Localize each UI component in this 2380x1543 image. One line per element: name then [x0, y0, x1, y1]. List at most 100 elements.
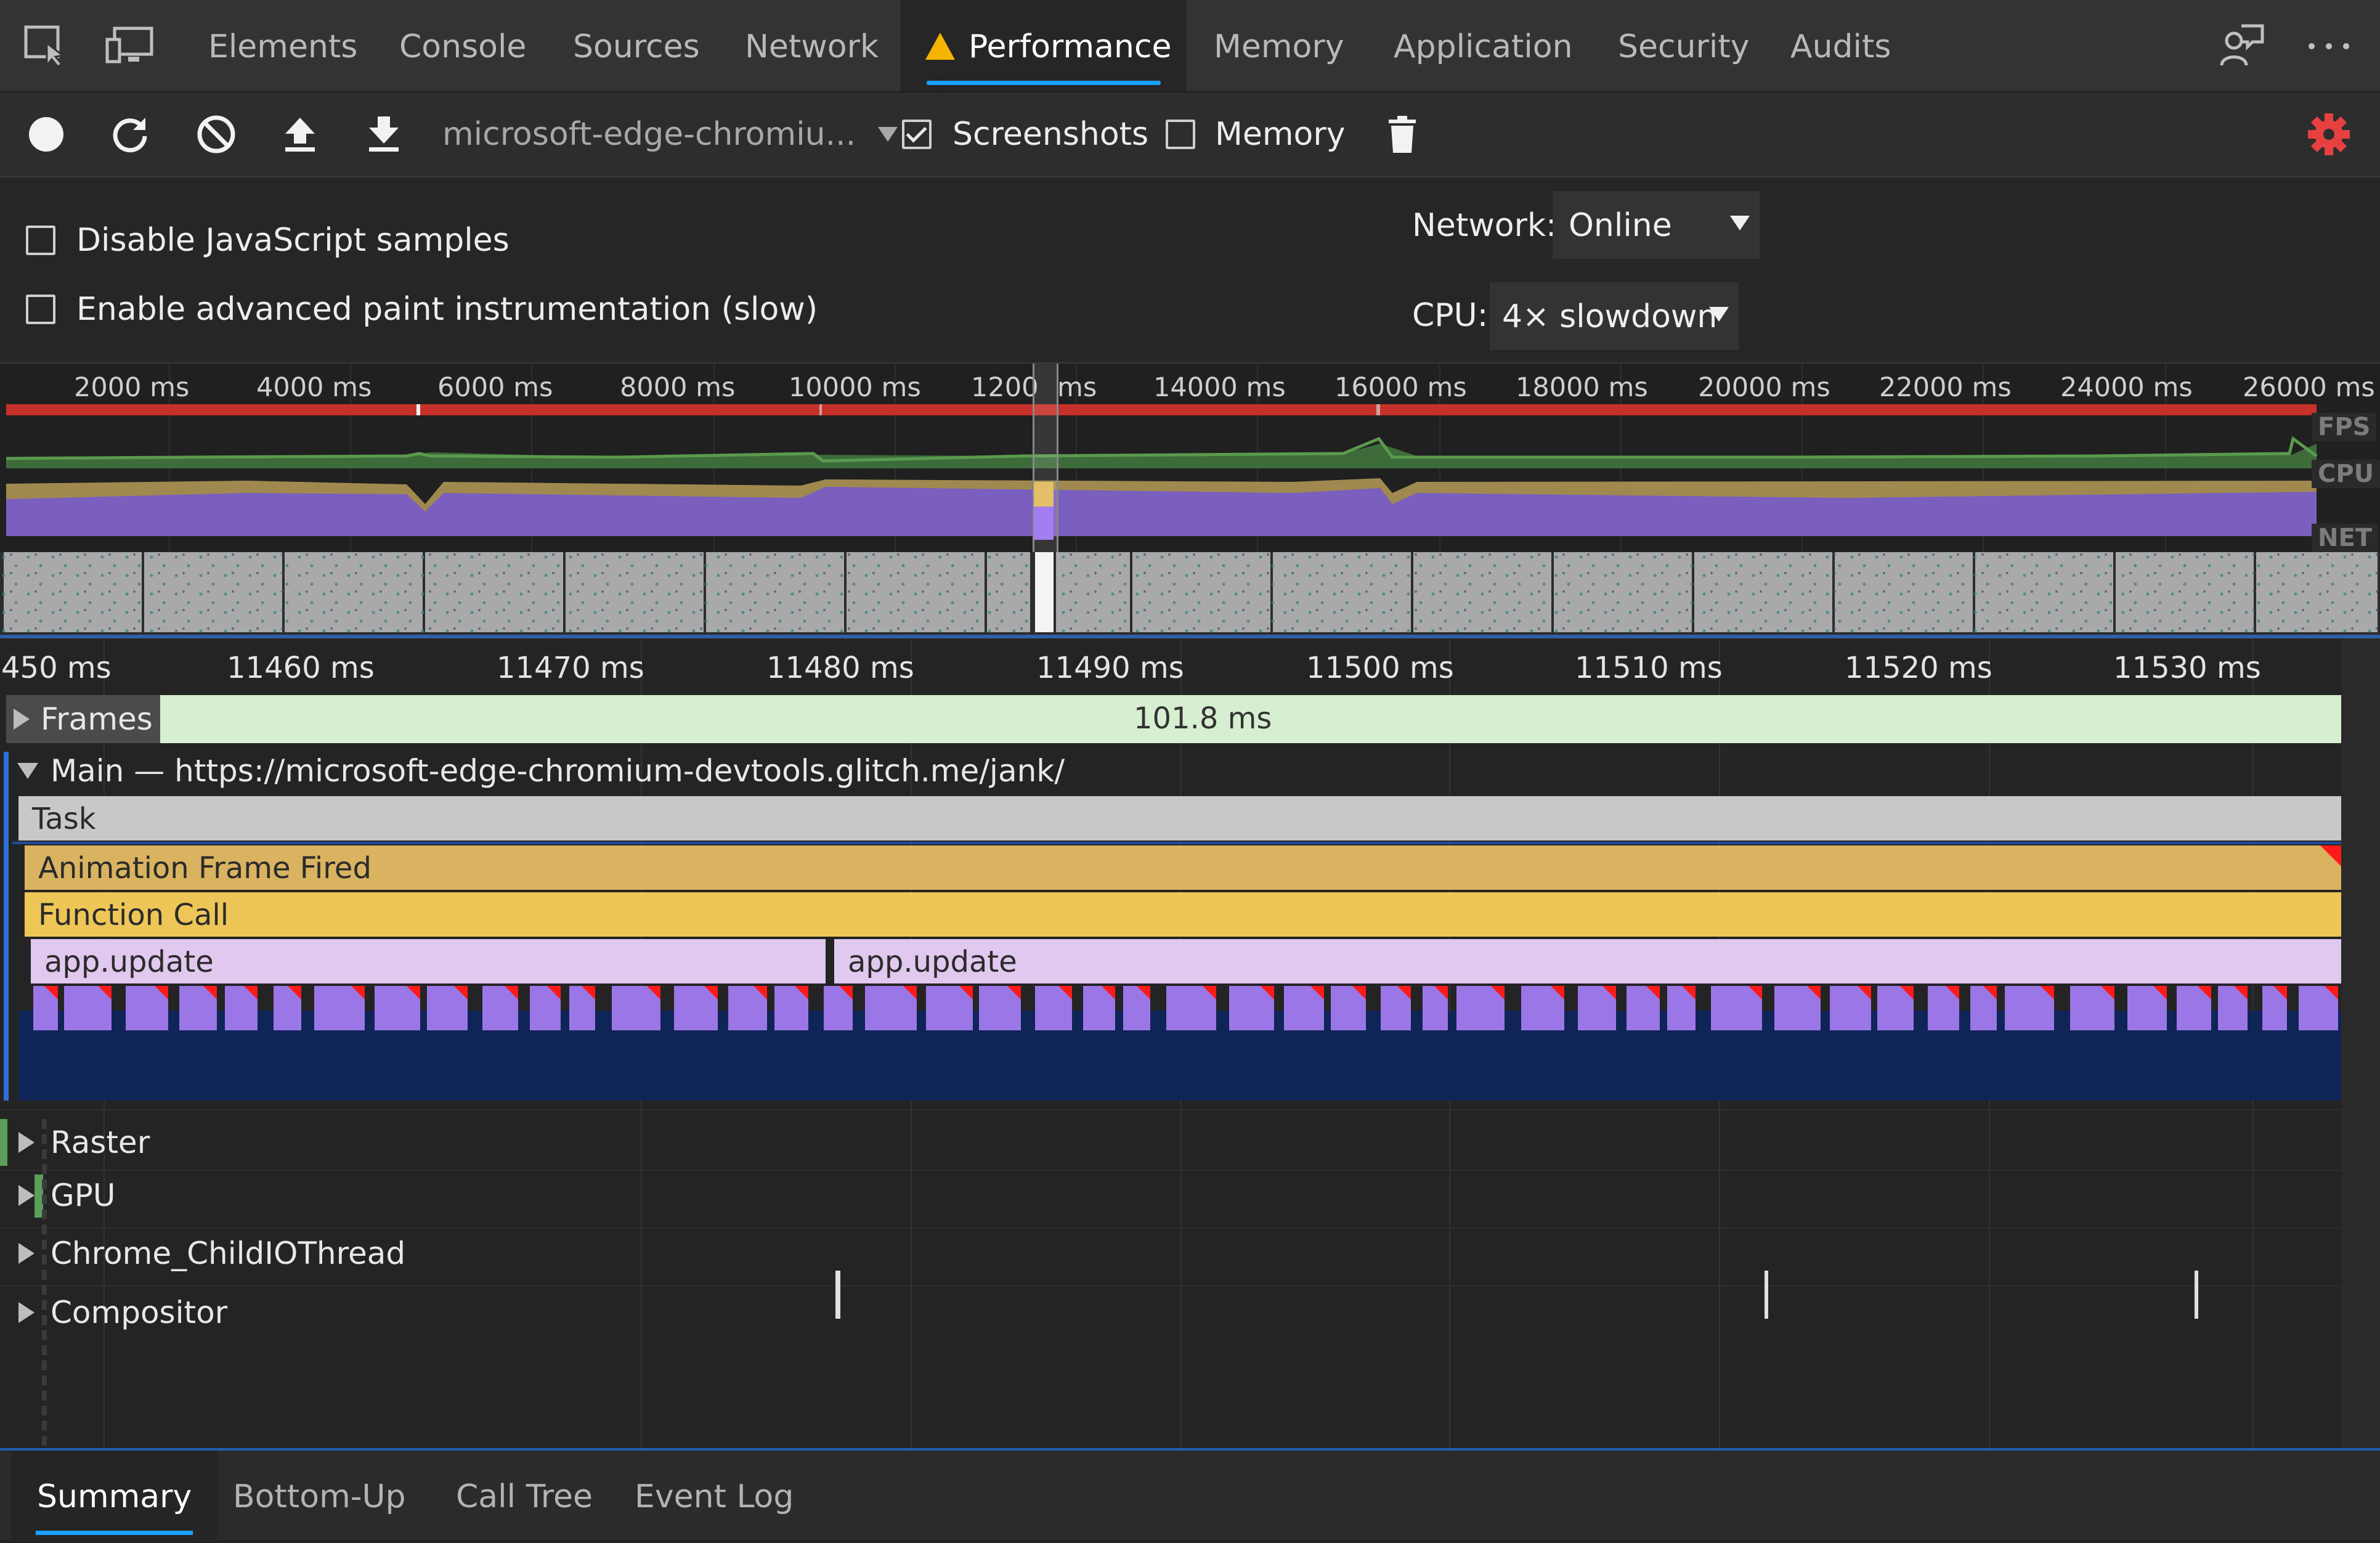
tab-security[interactable]: Security [1602, 0, 1766, 91]
more-options-icon[interactable] [2304, 31, 2354, 64]
frames-track-header[interactable]: Frames [6, 695, 160, 743]
overview-tick: 26000 ms [2243, 372, 2375, 403]
tab-memory[interactable]: Memory [1198, 0, 1360, 91]
overview-tick: 1200 [971, 372, 1039, 403]
main-thread-header[interactable]: Main — https://microsoft-edge-chromium-d… [17, 753, 1065, 789]
net-label: NET [2312, 524, 2379, 552]
overview-tick: 16000 ms [1334, 372, 1467, 403]
capture-settings-gear-icon[interactable] [2304, 92, 2354, 176]
warning-icon [925, 33, 955, 130]
compositor-event[interactable] [1765, 1271, 1768, 1319]
overview-tick: 14000 ms [1153, 372, 1286, 403]
memory-toggle[interactable]: Memory [1166, 92, 1345, 176]
layout-event[interactable] [1166, 986, 1216, 1030]
compositor-track-header[interactable]: Compositor [18, 1289, 227, 1336]
layout-event[interactable] [865, 986, 917, 1030]
expand-icon [14, 709, 30, 730]
flame-scrollbar[interactable] [2341, 638, 2380, 1448]
tab-sources[interactable]: Sources [557, 0, 716, 91]
time-tick: 11490 ms [1036, 651, 1184, 685]
animation-frame-fired-bar[interactable]: Animation Frame Fired [25, 845, 2341, 890]
raster-track-marker [0, 1119, 7, 1166]
layout-event[interactable] [1456, 986, 1505, 1030]
screenshots-toggle[interactable]: Screenshots [902, 92, 1148, 176]
screenshot-dots-texture [0, 552, 2380, 635]
track-separator [0, 1170, 2341, 1171]
layout-event[interactable] [926, 986, 973, 1030]
memory-checkbox[interactable] [1166, 120, 1195, 149]
layout-event[interactable] [2005, 986, 2054, 1030]
chevron-down-icon [1709, 307, 1729, 322]
device-toolbar-icon[interactable] [105, 26, 154, 68]
expand-icon [18, 1243, 35, 1264]
warning-corner-icon [2320, 845, 2341, 866]
advanced-paint-label: Enable advanced paint instrumentation (s… [76, 291, 818, 328]
disable-js-samples-option[interactable]: Disable JavaScript samples [26, 222, 510, 259]
advanced-paint-checkbox[interactable] [26, 295, 55, 324]
time-tick: 11510 ms [1575, 651, 1723, 685]
save-profile-icon[interactable] [362, 92, 405, 176]
layout-event[interactable] [64, 986, 112, 1030]
tab-bottom-up[interactable]: Bottom-Up [208, 1451, 431, 1540]
tab-label: Audits [1790, 28, 1891, 65]
tab-network[interactable]: Network [729, 0, 895, 91]
tab-audits[interactable]: Audits [1774, 0, 1907, 91]
frame-duration: 101.8 ms [1134, 701, 1272, 736]
tab-console[interactable]: Console [383, 0, 542, 91]
clear-button[interactable] [195, 92, 238, 176]
timeline-overview[interactable]: 2000 ms 4000 ms 6000 ms 8000 ms 10000 ms… [0, 362, 2380, 635]
active-tab-underline [927, 81, 1161, 85]
function-call-label: Function Call [38, 898, 229, 932]
time-tick: 11500 ms [1306, 651, 1454, 685]
dashed-guide [42, 1119, 47, 1446]
overview-tick: 18000 ms [1516, 372, 1648, 403]
compositor-event[interactable] [835, 1271, 840, 1319]
collect-garbage-icon[interactable] [1384, 92, 1421, 176]
tab-application[interactable]: Application [1378, 0, 1589, 91]
time-tick: 11470 ms [497, 651, 644, 685]
cpu-throttle-select[interactable]: 4× slowdown [1490, 282, 1739, 350]
childio-track-header[interactable]: Chrome_ChildIOThread [18, 1230, 405, 1277]
app-update-bar[interactable]: app.update [31, 939, 826, 983]
tab-label: Bottom-Up [233, 1478, 406, 1515]
expand-icon [18, 1185, 35, 1206]
record-button[interactable] [25, 92, 68, 176]
gpu-track-header[interactable]: GPU [18, 1172, 116, 1219]
feedback-icon[interactable] [2218, 22, 2265, 71]
reload-record-button[interactable] [108, 92, 152, 176]
load-profile-icon[interactable] [278, 92, 322, 176]
inspect-element-icon[interactable] [23, 25, 69, 70]
app-update-bar[interactable]: app.update [834, 939, 2341, 983]
tab-label: Network [745, 28, 879, 65]
tab-event-log[interactable]: Event Log [610, 1451, 818, 1540]
layout-events-strip[interactable] [0, 986, 2341, 1030]
task-label: Task [32, 802, 96, 836]
tab-call-tree[interactable]: Call Tree [431, 1451, 617, 1540]
app-update-label: app.update [848, 945, 1017, 979]
advanced-paint-option[interactable]: Enable advanced paint instrumentation (s… [26, 291, 818, 328]
time-tick: 11530 ms [2113, 651, 2261, 685]
function-call-bar[interactable]: Function Call [25, 892, 2341, 937]
animation-frame-label: Animation Frame Fired [38, 851, 372, 885]
flame-chart[interactable]: 450 ms 11460 ms 11470 ms 11480 ms 11490 … [0, 635, 2380, 1452]
tab-label: Memory [1214, 28, 1344, 65]
raster-track-header[interactable]: Raster [18, 1119, 150, 1166]
layout-event[interactable] [1711, 986, 1762, 1030]
tab-elements[interactable]: Elements [192, 0, 373, 91]
compositor-event[interactable] [2195, 1271, 2198, 1319]
tab-summary[interactable]: Summary [11, 1451, 218, 1540]
layout-event[interactable] [314, 986, 365, 1030]
memory-label: Memory [1215, 116, 1346, 153]
expand-icon [18, 1302, 35, 1323]
profile-select[interactable]: microsoft-edge-chromiu... [442, 92, 898, 176]
disable-js-samples-checkbox[interactable] [26, 226, 55, 255]
screenshots-checkbox[interactable] [902, 120, 932, 149]
tab-performance[interactable]: Performance [901, 0, 1187, 130]
network-throttle-select[interactable]: Online [1553, 191, 1760, 259]
task-bar[interactable]: Task [18, 796, 2341, 841]
overview-tick: ms [1057, 372, 1097, 403]
layout-event[interactable] [1774, 986, 1821, 1030]
layout-event[interactable] [612, 986, 660, 1030]
collapse-icon [17, 763, 38, 779]
tab-label: Event Log [635, 1478, 794, 1515]
